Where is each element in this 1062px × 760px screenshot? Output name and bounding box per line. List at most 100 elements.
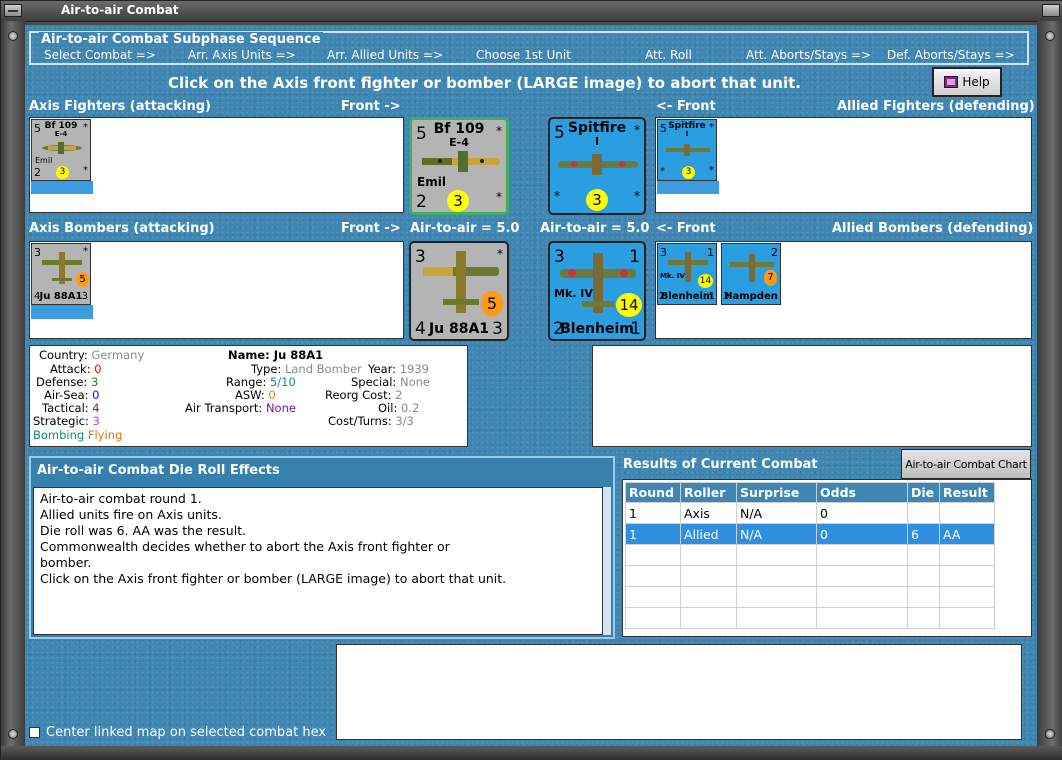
flying-mode: Flying — [87, 428, 123, 442]
unit-info-panel: Country: Germany Attack: 0 Defense: 3 Ai… — [29, 345, 468, 447]
name-label: Name: — [228, 348, 270, 362]
fighter-plane-icon — [558, 154, 638, 175]
axis-fighters-front-label: Front -> — [341, 99, 401, 114]
help-button-label: Help — [962, 75, 990, 89]
allied-fighter-spitfire-small[interactable]: 5 Spitfire I * * 3 * — [657, 119, 717, 181]
airsea-label: Air-Sea: — [44, 388, 89, 402]
defense-value: 3 — [90, 375, 99, 389]
col-odds: Odds — [816, 482, 908, 503]
window-close-button[interactable] — [1042, 4, 1060, 17]
oil-label: Oil: — [378, 401, 398, 415]
allied-bomber-hampden-small[interactable]: 2 7 3 Hampden — [721, 243, 781, 305]
window-frame-right — [1037, 21, 1062, 760]
seq-step-select-combat: Select Combat => — [44, 48, 156, 62]
allied-bombers-box[interactable]: 3 1 Mk. IV 14 2 Blenheim 1 2 7 3 Hampden — [655, 241, 1032, 339]
seq-step-att-roll: Att. Roll — [645, 48, 692, 62]
center-map-option[interactable]: Center linked map on selected combat hex — [29, 725, 326, 740]
fighter-plane-icon — [422, 151, 500, 172]
axis-bombers-label: Axis Bombers (attacking) — [29, 221, 215, 236]
col-die: Die — [907, 482, 940, 503]
results-table-box: Round Roller Surprise Odds Die Result 1 … — [622, 479, 1032, 637]
allied-bomber-blenheim-small[interactable]: 3 1 Mk. IV 14 2 Blenheim 1 — [657, 243, 717, 305]
combat-content: Air-to-air Combat Subphase Sequence Sele… — [25, 25, 1037, 746]
col-round: Round — [625, 482, 681, 503]
title-bar[interactable]: Air-to-air Combat — [1, 1, 1062, 22]
airsea-value: 0 — [92, 388, 100, 402]
special-value: None — [399, 375, 430, 389]
tactical-value: 4 — [92, 401, 100, 415]
rivet-icon — [1045, 729, 1055, 739]
type-value: Land Bomber — [284, 362, 362, 376]
cost-value: 3/3 — [395, 414, 414, 428]
asw-label: ASW: — [235, 388, 265, 402]
allied-fighters-box[interactable]: 5 Spitfire I * * 3 * — [655, 117, 1032, 213]
window-menu-button[interactable] — [4, 4, 22, 17]
special-label: Special: — [351, 375, 397, 389]
axis-front-bomber-ju88[interactable]: 3 * 5 4 Ju 88A1 3 — [409, 241, 509, 341]
die-effect-line: Die roll was 6. AA was the result. — [40, 523, 247, 538]
table-row[interactable]: 1 Axis N/A 0 — [625, 502, 995, 524]
die-roll-effects-text[interactable]: Air-to-air combat round 1. Allied units … — [33, 487, 603, 635]
oil-value: 0.2 — [400, 401, 420, 415]
die-effect-line: Air-to-air combat round 1. — [40, 491, 202, 506]
axis-fighter-bf109-small[interactable]: 5 Bf 109 E-4 * Emil 2 3 * — [31, 119, 91, 181]
fighter-plane-icon — [666, 144, 710, 156]
die-text-scrollbar[interactable] — [603, 487, 611, 635]
axis-air-to-air-value: Air-to-air = 5.0 — [410, 221, 520, 236]
country-label: Country: — [39, 348, 88, 362]
combat-window: Air-to-air Combat Air-to-air Combat Subp… — [0, 0, 1062, 760]
axis-fighters-box[interactable]: 5 Bf 109 E-4 * Emil 2 3 * — [29, 117, 404, 213]
attack-value: 0 — [94, 362, 102, 376]
selection-bar — [657, 181, 719, 194]
range-value: 5/10 — [269, 375, 296, 389]
die-roll-effects-title: Air-to-air Combat Die Roll Effects — [37, 463, 280, 478]
allied-front-fighter-spitfire[interactable]: 5 Spitfire I * * 3 * — [548, 117, 646, 215]
allied-air-to-air-value: Air-to-air = 5.0 — [540, 221, 650, 236]
air-to-air-combat-chart-button[interactable]: Air-to-air Combat Chart — [901, 449, 1031, 479]
table-row-empty — [625, 607, 995, 629]
window-frame-bottom — [1, 746, 1062, 760]
table-row-empty — [625, 586, 995, 608]
allied-unit-info-panel — [592, 345, 1032, 447]
col-result: Result — [939, 482, 995, 503]
asw-value: 0 — [268, 388, 276, 402]
axis-front-fighter-bf109[interactable]: 5 Bf 109 E-4 * Emil 2 3 * — [409, 117, 509, 215]
window-frame-left — [1, 21, 25, 760]
die-effect-line: bomber. — [40, 555, 92, 570]
allied-front-bomber-blenheim[interactable]: 3 1 Mk. IV 14 2 Blenheim 1 — [548, 241, 646, 341]
strategic-value: 3 — [92, 414, 100, 428]
year-label: Year: — [368, 362, 397, 376]
range-label: Range: — [226, 375, 267, 389]
table-row-selected[interactable]: 1 Allied N/A 0 6 AA — [625, 523, 995, 545]
col-roller: Roller — [680, 482, 737, 503]
axis-bomber-ju88-small[interactable]: 3 * 5 4 Ju 88A1 3 — [31, 243, 91, 305]
center-map-checkbox[interactable] — [29, 727, 40, 738]
instruction-text: Click on the Axis front fighter or bombe… — [168, 74, 801, 92]
cost-label: Cost/Turns: — [328, 414, 392, 428]
seq-step-def-aborts: Def. Aborts/Stays => — [887, 48, 1015, 62]
strategic-label: Strategic: — [33, 414, 89, 428]
window-title: Air-to-air Combat — [61, 3, 179, 17]
seq-step-arr-axis-units: Arr. Axis Units => — [188, 48, 296, 62]
table-row-empty — [625, 565, 995, 587]
transport-value: None — [265, 401, 296, 415]
selection-bar — [31, 305, 93, 319]
col-surprise: Surprise — [736, 482, 817, 503]
selection-bar — [31, 181, 93, 194]
year-value: 1939 — [399, 362, 429, 376]
seq-step-arr-allied-units: Arr. Allied Units => — [327, 48, 444, 62]
seq-step-choose-first-unit: Choose 1st Unit — [476, 48, 571, 62]
help-button[interactable]: Help — [932, 67, 1002, 97]
subphase-sequence-title: Air-to-air Combat Subphase Sequence — [39, 32, 323, 47]
allied-bombers-front-label: <- Front — [656, 221, 716, 236]
name-value: Ju 88A1 — [273, 348, 324, 362]
combat-message-box — [336, 644, 1022, 740]
reorg-label: Reorg Cost: — [325, 388, 392, 402]
die-effect-line: Click on the Axis front fighter or bombe… — [40, 571, 507, 586]
results-title: Results of Current Combat — [623, 457, 818, 472]
attack-label: Attack: — [50, 362, 91, 376]
die-effect-line: Commonwealth decides whether to abort th… — [40, 539, 450, 554]
reorg-value: 2 — [395, 388, 403, 402]
axis-bombers-box[interactable]: 3 * 5 4 Ju 88A1 3 — [29, 241, 404, 339]
die-effect-line: Allied units fire on Axis units. — [40, 507, 222, 522]
